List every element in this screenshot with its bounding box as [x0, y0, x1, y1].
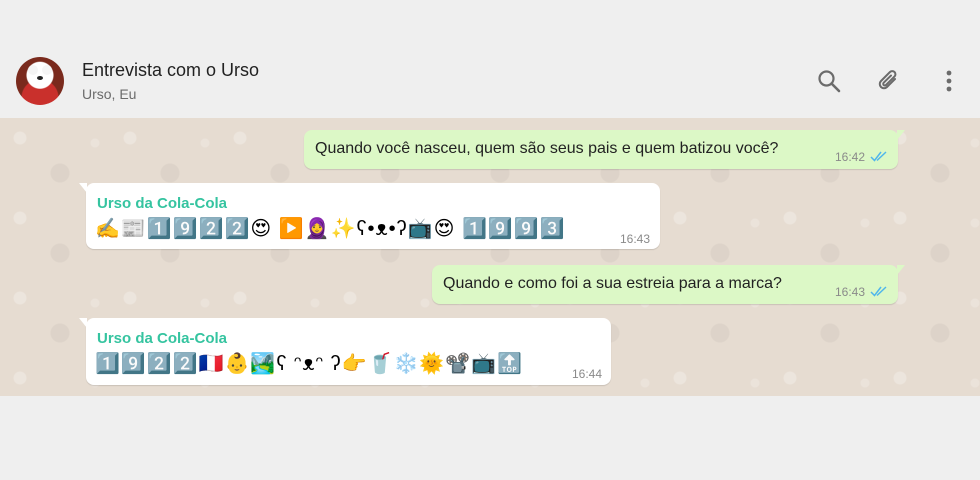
chat-participants: Urso, Eu [82, 86, 137, 102]
message-time: 16:42 [835, 150, 866, 164]
emoji-message: ✍️📰1️⃣9️⃣2️⃣2️⃣😍 ▶️🧕✨ʕ•ᴥ•ʔ📺😍 1️⃣9️⃣9️⃣3️… [95, 218, 566, 240]
message-outgoing[interactable]: Quando e como foi a sua estreia para a m… [432, 265, 905, 304]
double-check-icon [870, 151, 887, 162]
chat-title[interactable]: Entrevista com o Urso [82, 60, 259, 81]
emoji-message: 1️⃣9️⃣2️⃣2️⃣🇫🇷👶🏞️ʕ ᵔᴥᵔ ʔ👉🥤❄️🌞📽️📺🔝 [95, 353, 523, 375]
avatar-bear-ear [28, 65, 38, 75]
sender-name: Urso da Cola-Cola [97, 195, 228, 212]
avatar-bear-ear [42, 65, 52, 75]
avatar[interactable] [16, 57, 64, 105]
message-text: Quando e como foi a sua estreia para a m… [443, 275, 782, 292]
message-time: 16:43 [620, 232, 651, 246]
message-time: 16:44 [572, 367, 603, 381]
message-outgoing[interactable]: Quando você nasceu, quem são seus pais e… [304, 130, 905, 169]
message-time: 16:43 [835, 285, 866, 299]
chat-panel[interactable]: Quando você nasceu, quem são seus pais e… [0, 118, 980, 396]
avatar-bear-nose [37, 76, 43, 80]
search-icon[interactable] [816, 68, 842, 94]
sender-name: Urso da Cola-Cola [97, 330, 228, 347]
chat-header: Entrevista com o Urso Urso, Eu [0, 46, 980, 118]
message-text: Quando você nasceu, quem são seus pais e… [315, 140, 779, 157]
paperclip-icon[interactable] [876, 68, 902, 94]
message-incoming[interactable]: Urso da Cola-Cola 1️⃣9️⃣2️⃣2️⃣🇫🇷👶🏞️ʕ ᵔᴥᵔ… [79, 318, 611, 385]
more-vertical-icon[interactable] [936, 68, 962, 94]
message-incoming[interactable]: Urso da Cola-Cola ✍️📰1️⃣9️⃣2️⃣2️⃣😍 ▶️🧕✨ʕ… [79, 183, 660, 249]
double-check-icon [870, 286, 887, 297]
